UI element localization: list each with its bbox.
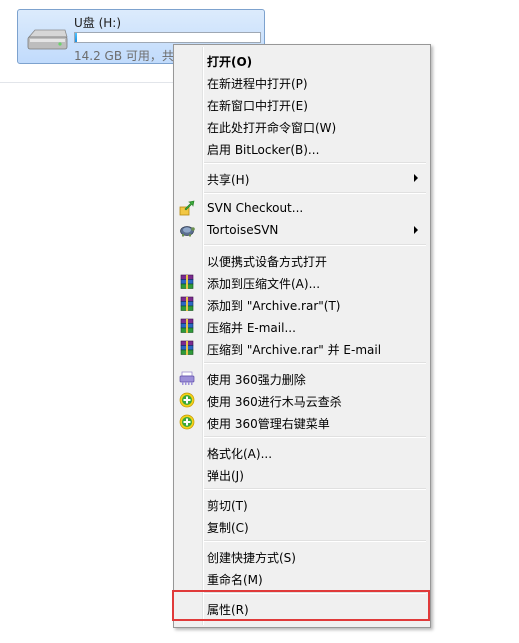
360-shred-icon bbox=[179, 371, 195, 385]
menu-item-label: 使用 360进行木马云查杀 bbox=[207, 395, 342, 409]
menu-item-create-shortcut[interactable]: 创建快捷方式(S) bbox=[176, 545, 428, 567]
svn-checkout-icon bbox=[179, 200, 195, 216]
menu-separator bbox=[204, 362, 426, 364]
menu-separator bbox=[204, 244, 426, 246]
menu-item-360-manage-context-menu[interactable]: 使用 360管理右键菜单 bbox=[176, 411, 428, 433]
menu-item-label: 添加到压缩文件(A)... bbox=[207, 277, 321, 291]
submenu-arrow-icon bbox=[414, 226, 418, 234]
360-plus-icon bbox=[179, 392, 195, 408]
menu-separator bbox=[204, 436, 426, 438]
menu-item-label: 复制(C) bbox=[207, 521, 249, 535]
menu-item-open-command-window[interactable]: 在此处打开命令窗口(W) bbox=[176, 115, 428, 137]
menu-item-format[interactable]: 格式化(A)... bbox=[176, 441, 428, 463]
menu-item-enable-bitlocker[interactable]: 启用 BitLocker(B)... bbox=[176, 137, 428, 159]
menu-item-label: 在此处打开命令窗口(W) bbox=[207, 121, 337, 135]
menu-item-open[interactable]: 打开(O) bbox=[176, 49, 428, 71]
drive-name: U盘 (H:) bbox=[74, 16, 122, 30]
menu-item-label: 格式化(A)... bbox=[207, 447, 273, 461]
menu-item-label: 弹出(J) bbox=[207, 469, 244, 483]
menu-item-label: 启用 BitLocker(B)... bbox=[207, 143, 320, 157]
winrar-icon bbox=[180, 318, 194, 333]
drive-usage-fill bbox=[75, 33, 77, 42]
menu-item-label: 在新窗口中打开(E) bbox=[207, 99, 308, 113]
submenu-arrow-icon bbox=[414, 174, 418, 182]
menu-item-cut[interactable]: 剪切(T) bbox=[176, 493, 428, 515]
properties-highlight-box bbox=[172, 590, 430, 621]
winrar-icon bbox=[180, 274, 194, 289]
menu-item-open-as-portable[interactable]: 以便携式设备方式打开 bbox=[176, 249, 428, 271]
menu-item-copy[interactable]: 复制(C) bbox=[176, 515, 428, 537]
menu-item-svn-checkout[interactable]: SVN Checkout... bbox=[176, 197, 428, 219]
context-menu: 打开(O) 在新进程中打开(P) 在新窗口中打开(E) 在此处打开命令窗口(W)… bbox=[173, 44, 431, 628]
menu-item-open-new-process[interactable]: 在新进程中打开(P) bbox=[176, 71, 428, 93]
winrar-icon bbox=[180, 340, 194, 355]
menu-item-label: 添加到 "Archive.rar"(T) bbox=[207, 299, 341, 313]
menu-item-tortoisesvn[interactable]: TortoiseSVN bbox=[176, 219, 428, 241]
menu-separator bbox=[204, 540, 426, 542]
menu-item-label: 剪切(T) bbox=[207, 499, 248, 513]
menu-item-add-to-archive[interactable]: 添加到压缩文件(A)... bbox=[176, 271, 428, 293]
drive-free-space: 14.2 GB 可用，共 bbox=[74, 49, 174, 63]
menu-separator bbox=[204, 162, 426, 164]
menu-item-open-new-window[interactable]: 在新窗口中打开(E) bbox=[176, 93, 428, 115]
drive-usage-bar bbox=[74, 32, 261, 43]
menu-item-label: 在新进程中打开(P) bbox=[207, 77, 308, 91]
usb-drive-icon bbox=[27, 29, 68, 50]
menu-item-compress-and-email[interactable]: 压缩并 E-mail... bbox=[176, 315, 428, 337]
menu-item-label: 使用 360管理右键菜单 bbox=[207, 417, 330, 431]
tortoisesvn-icon bbox=[180, 226, 195, 237]
menu-item-label: 使用 360强力删除 bbox=[207, 373, 306, 387]
menu-item-label: 创建快捷方式(S) bbox=[207, 551, 296, 565]
menu-item-label: TortoiseSVN bbox=[207, 223, 279, 237]
menu-separator bbox=[204, 488, 426, 490]
menu-item-360-trojan-scan[interactable]: 使用 360进行木马云查杀 bbox=[176, 389, 428, 411]
menu-item-compress-to-rar-and-email[interactable]: 压缩到 "Archive.rar" 并 E-mail bbox=[176, 337, 428, 359]
menu-item-label: 以便携式设备方式打开 bbox=[207, 255, 328, 269]
menu-item-eject[interactable]: 弹出(J) bbox=[176, 463, 428, 485]
menu-item-360-force-delete[interactable]: 使用 360强力删除 bbox=[176, 367, 428, 389]
menu-separator bbox=[204, 192, 426, 194]
menu-item-share[interactable]: 共享(H) bbox=[176, 167, 428, 189]
menu-item-add-to-archive-rar[interactable]: 添加到 "Archive.rar"(T) bbox=[176, 293, 428, 315]
menu-item-label: 重命名(M) bbox=[207, 573, 263, 587]
menu-item-label: 压缩到 "Archive.rar" 并 E-mail bbox=[207, 343, 382, 357]
explorer-divider bbox=[0, 82, 176, 83]
winrar-icon bbox=[180, 296, 194, 311]
menu-item-label: 压缩并 E-mail... bbox=[207, 321, 296, 335]
menu-item-label: 打开(O) bbox=[207, 55, 253, 69]
menu-item-label: SVN Checkout... bbox=[207, 201, 304, 215]
360-plus-icon bbox=[179, 414, 195, 430]
menu-item-rename[interactable]: 重命名(M) bbox=[176, 567, 428, 589]
menu-item-label: 共享(H) bbox=[207, 173, 250, 187]
